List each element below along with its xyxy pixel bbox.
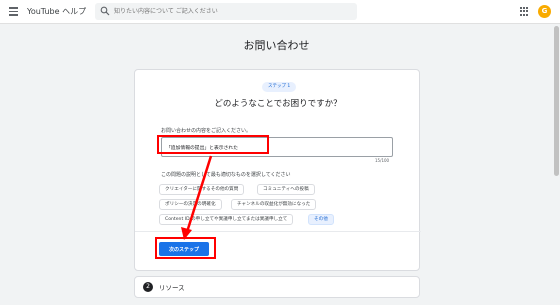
- contact-form-card: ステップ 1 どのようなことでお困りですか？ お問い合わせの内容をご記入ください…: [134, 69, 421, 271]
- next-step-button[interactable]: 次のステップ: [159, 242, 209, 256]
- char-counter: 15/100: [375, 158, 390, 163]
- top-app-bar: YouTube ヘルプ G: [0, 0, 560, 24]
- resources-section[interactable]: 2 リソース: [134, 276, 420, 298]
- chip-policy-clarification[interactable]: ポリシーの決定の明確化: [159, 199, 222, 210]
- issue-text-field[interactable]: [161, 137, 393, 157]
- page-title: お問い合わせ: [243, 39, 310, 52]
- chips-label: この問題の説明として最も適切なものを選択してください: [161, 172, 291, 178]
- app-title[interactable]: YouTube ヘルプ: [27, 6, 86, 17]
- search-input[interactable]: [114, 3, 344, 20]
- avatar[interactable]: G: [538, 5, 551, 18]
- apps-grid-icon[interactable]: [520, 7, 529, 16]
- chip-monetization-disabled[interactable]: チャンネルの収益化が無効になった: [231, 199, 317, 210]
- chip-creator-question[interactable]: クリエイターに関するその他の質問: [159, 184, 245, 195]
- search-box[interactable]: [95, 3, 357, 20]
- scrollbar-thumb[interactable]: [554, 26, 559, 176]
- resources-label: リソース: [159, 284, 185, 292]
- resources-step-number: 2: [143, 282, 153, 292]
- divider: [135, 231, 421, 232]
- chip-community-post[interactable]: コミュニティへの投稿: [257, 184, 315, 195]
- scrollbar[interactable]: [553, 24, 560, 305]
- form-heading: どのようなことでお困りですか？: [214, 99, 342, 109]
- chip-other[interactable]: その他: [308, 214, 334, 225]
- step-badge: ステップ 1: [262, 82, 297, 92]
- field-label: お問い合わせの内容をご記入ください。: [161, 128, 252, 134]
- menu-icon[interactable]: [9, 7, 18, 16]
- search-icon: [100, 6, 110, 16]
- chip-content-id[interactable]: Content ID の申し立てや異議申し立てまたは異議申し立て: [159, 214, 294, 225]
